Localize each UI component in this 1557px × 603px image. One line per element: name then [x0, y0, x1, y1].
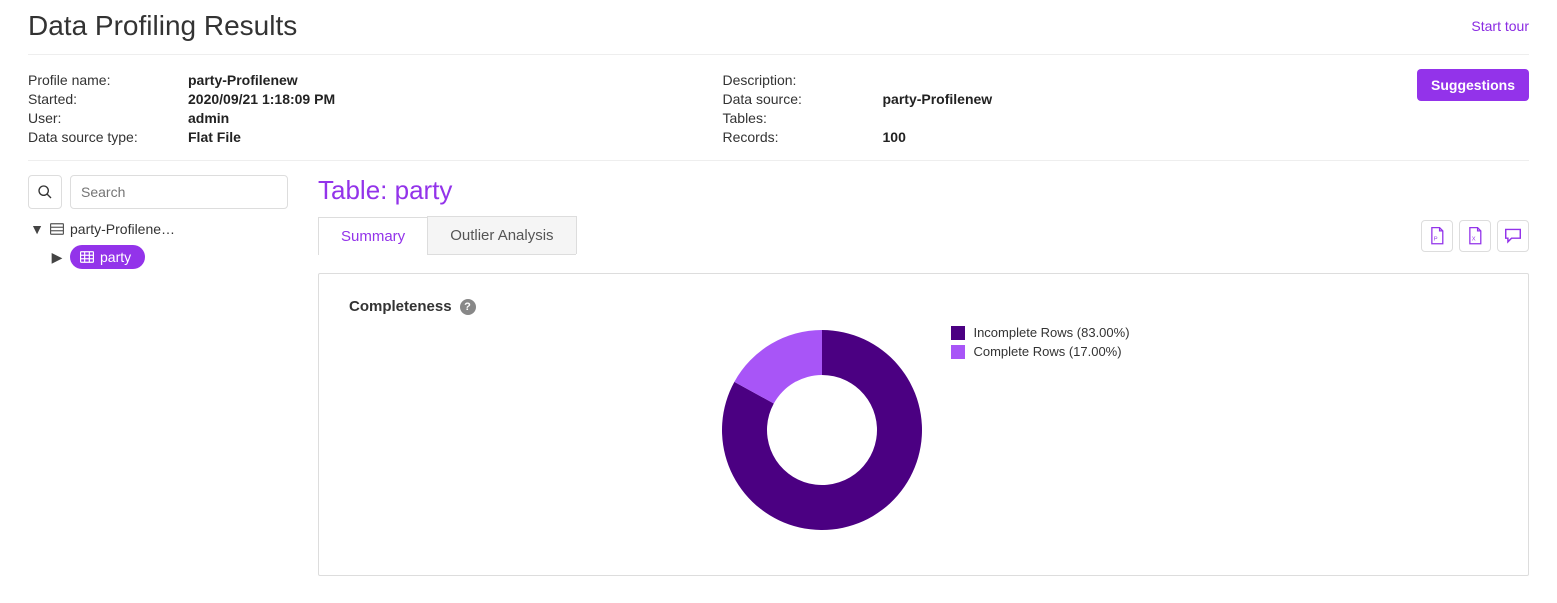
svg-text:X: X [1472, 236, 1476, 242]
tab-summary[interactable]: Summary [318, 217, 428, 255]
legend-item[interactable]: Incomplete Rows (83.00%) [951, 325, 1129, 340]
dstype-value: Flat File [188, 129, 241, 145]
page-title: Data Profiling Results [28, 10, 297, 42]
meta-left: Profile name:party-Profilenew Started:20… [28, 69, 723, 148]
tree-child-label: party [100, 249, 131, 265]
legend-swatch [951, 345, 965, 359]
search-input[interactable] [70, 175, 288, 209]
export-excel-button[interactable]: X [1459, 220, 1491, 252]
datasource-value: party-Profilenew [883, 91, 993, 107]
tree-child[interactable]: ▶ party [48, 241, 288, 273]
profile-name-label: Profile name: [28, 72, 188, 88]
datasource-icon [50, 223, 64, 235]
divider [28, 54, 1529, 55]
datasource-label: Data source: [723, 91, 883, 107]
legend-label: Incomplete Rows (83.00%) [973, 325, 1129, 340]
suggestions-button[interactable]: Suggestions [1417, 69, 1529, 101]
search-icon-button[interactable] [28, 175, 62, 209]
user-label: User: [28, 110, 188, 126]
legend-item[interactable]: Complete Rows (17.00%) [951, 344, 1129, 359]
chart-legend: Incomplete Rows (83.00%) Complete Rows (1… [951, 325, 1129, 363]
completeness-title: Completeness [349, 298, 452, 315]
start-tour-link[interactable]: Start tour [1471, 18, 1529, 34]
table-title: Table: party [318, 175, 1529, 206]
records-value: 100 [883, 129, 906, 145]
user-value: admin [188, 110, 229, 126]
tab-outlier[interactable]: Outlier Analysis [427, 216, 576, 254]
comments-button[interactable] [1497, 220, 1529, 252]
search-icon [37, 184, 53, 200]
excel-icon: X [1467, 227, 1483, 245]
tabs: Summary Outlier Analysis [318, 216, 576, 255]
completeness-donut-chart [717, 325, 927, 535]
started-label: Started: [28, 91, 188, 107]
export-pdf-button[interactable]: P [1421, 220, 1453, 252]
description-label: Description: [723, 72, 883, 88]
tree-root-label: party-Profilene… [70, 221, 175, 237]
caret-down-icon: ▼ [30, 221, 44, 237]
chat-icon [1504, 228, 1522, 244]
tables-label: Tables: [723, 110, 883, 126]
legend-swatch [951, 326, 965, 340]
help-icon[interactable]: ? [460, 299, 476, 315]
tree-root[interactable]: ▼ party-Profilene… [28, 217, 288, 241]
dstype-label: Data source type: [28, 129, 188, 145]
table-icon [80, 251, 94, 263]
completeness-card: Completeness ? Incomplete Rows (83.00%) C… [318, 273, 1529, 576]
divider [28, 160, 1529, 161]
records-label: Records: [723, 129, 883, 145]
caret-right-icon: ▶ [50, 249, 64, 266]
started-value: 2020/09/21 1:18:09 PM [188, 91, 335, 107]
meta-right: Description: Data source:party-Profilene… [723, 69, 1418, 148]
legend-label: Complete Rows (17.00%) [973, 344, 1121, 359]
pdf-icon: P [1429, 227, 1445, 245]
svg-text:P: P [1434, 236, 1438, 242]
profile-name-value: party-Profilenew [188, 72, 298, 88]
